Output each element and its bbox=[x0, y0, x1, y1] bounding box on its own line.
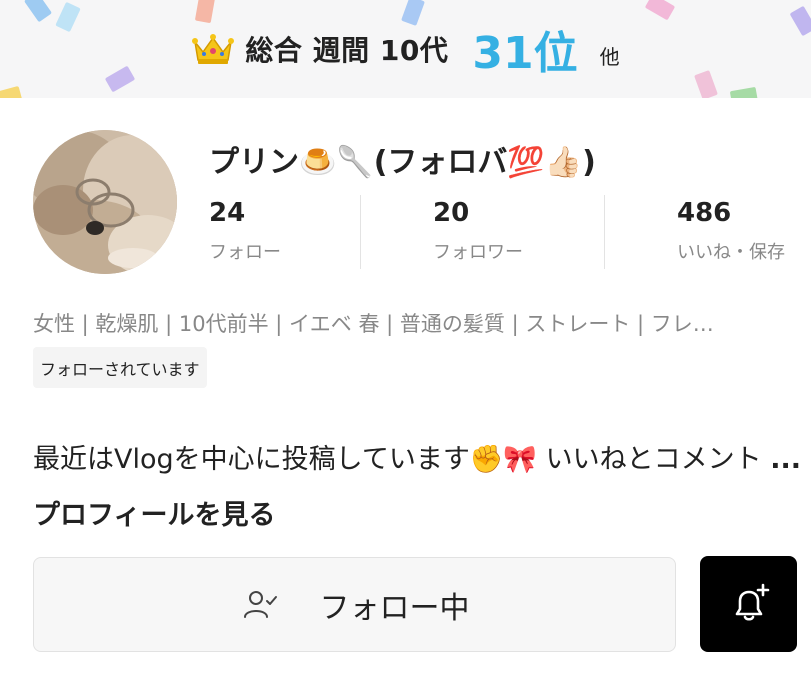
ranking-value: 31位 bbox=[472, 28, 578, 79]
bell-plus-icon bbox=[735, 583, 769, 621]
stat-followers[interactable]: 20 フォロワー bbox=[433, 198, 523, 264]
likes-saves-label: いいね・保存 bbox=[677, 242, 785, 263]
user-name: プリン🍮🥄(フォロバ💯👍🏻) bbox=[209, 145, 596, 180]
ranking-more-link[interactable]: 他 bbox=[600, 41, 620, 70]
likes-saves-count: 486 bbox=[677, 198, 732, 228]
following-count: 24 bbox=[209, 198, 246, 228]
notification-button[interactable] bbox=[700, 556, 797, 652]
following-button[interactable]: フォロー中 bbox=[33, 557, 676, 652]
stat-divider bbox=[360, 195, 361, 269]
bio-text: 最近はVlogを中心に投稿しています✊🎀 いいねとコメント bbox=[33, 444, 771, 475]
follows-you-badge: フォローされています bbox=[33, 347, 207, 388]
following-label: フォロー bbox=[209, 242, 281, 263]
stat-likes-saves[interactable]: 486 いいね・保存 bbox=[677, 198, 785, 264]
following-label-text: フォロー中 bbox=[319, 590, 470, 626]
followers-label: フォロワー bbox=[433, 242, 523, 263]
avatar-image bbox=[33, 130, 177, 274]
stat-divider bbox=[604, 195, 605, 269]
profile-tags: 女性 | 乾燥肌 | 10代前半 | イエベ 春 | 普通の髪質 | ストレート… bbox=[33, 312, 714, 336]
profile-bio: 最近はVlogを中心に投稿しています✊🎀 いいねとコメント ...プロフィールを… bbox=[33, 432, 803, 544]
ranking-banner[interactable]: 総合 週間 10代 31位 他 bbox=[0, 0, 811, 98]
followers-count: 20 bbox=[433, 198, 470, 228]
user-check-icon bbox=[243, 590, 277, 618]
stat-following[interactable]: 24 フォロー bbox=[209, 198, 281, 264]
crown-icon bbox=[192, 34, 235, 64]
avatar[interactable] bbox=[33, 130, 177, 274]
ranking-content: 総合 週間 10代 31位 他 bbox=[0, 0, 811, 98]
ranking-label: 総合 週間 10代 bbox=[245, 34, 449, 67]
